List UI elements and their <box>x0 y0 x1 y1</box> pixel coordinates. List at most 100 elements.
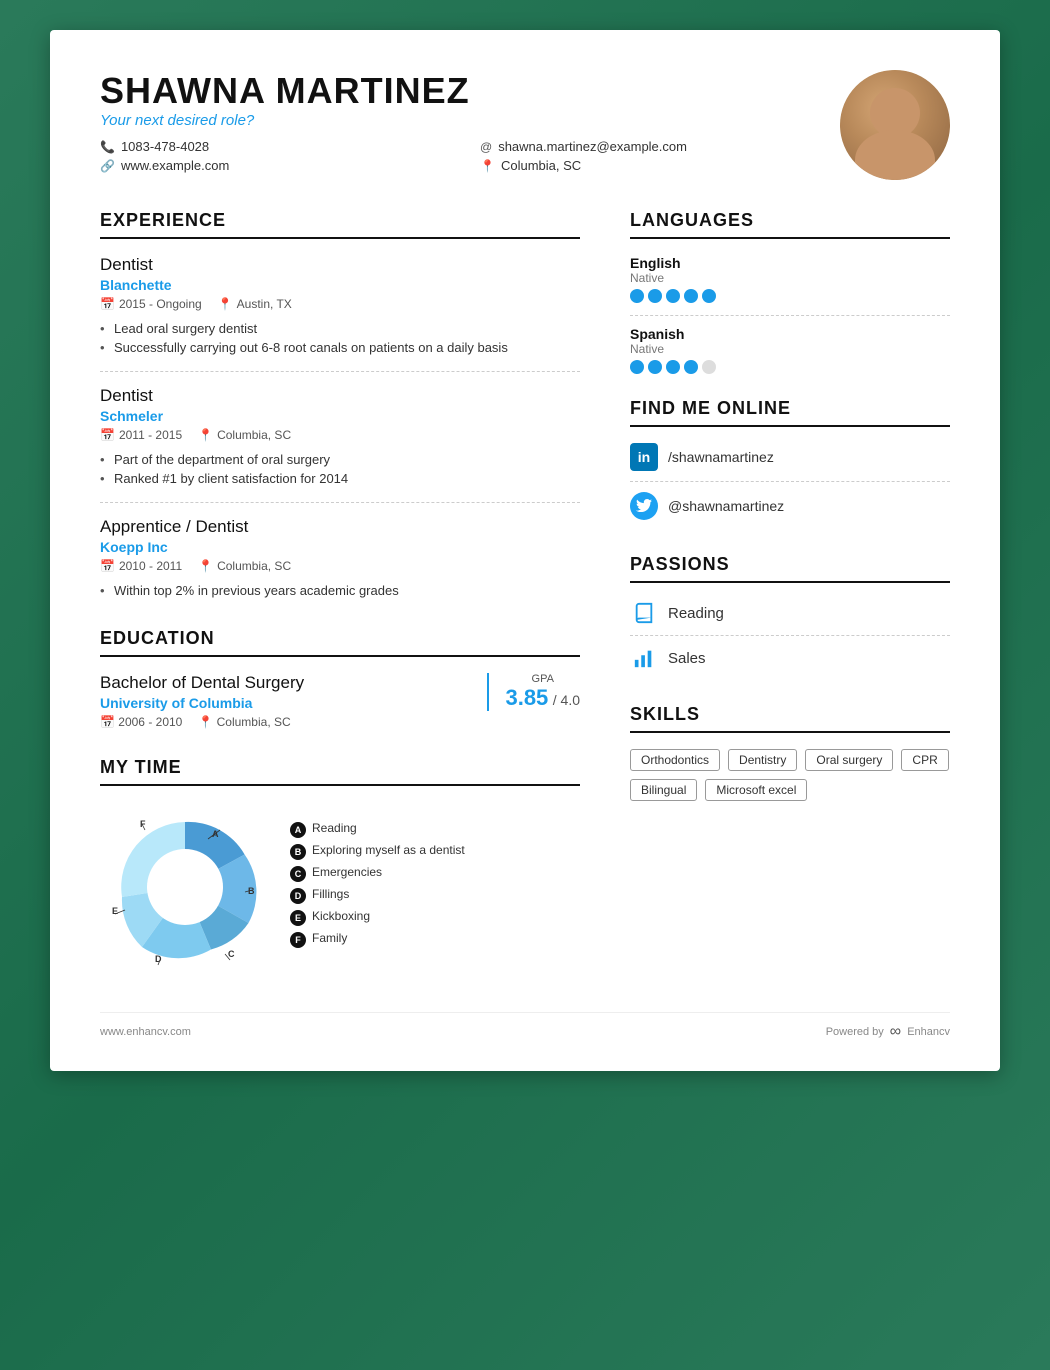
spanish-level: Native <box>630 342 950 356</box>
skills-title: SKILLS <box>630 704 950 733</box>
website-contact: 🔗 www.example.com <box>100 158 460 173</box>
skill-excel: Microsoft excel <box>705 779 807 801</box>
location-contact: 📍 Columbia, SC <box>480 158 840 173</box>
skills-section: SKILLS Orthodontics Dentistry Oral surge… <box>630 704 950 801</box>
dot-es-1 <box>630 360 644 374</box>
online-title: FIND ME ONLINE <box>630 398 950 427</box>
edu-period: 📅 2006 - 2010 <box>100 715 182 729</box>
job-period-2: 📅 2011 - 2015 <box>100 428 182 442</box>
footer-logo: Powered by ∞ Enhancv <box>826 1023 950 1041</box>
dot-en-2 <box>648 289 662 303</box>
label-a: A <box>212 829 219 839</box>
job-item-3: Apprentice / Dentist Koepp Inc 📅 2010 - … <box>100 517 580 600</box>
mytime-title: MY TIME <box>100 757 580 786</box>
passion-reading: Reading <box>630 599 950 636</box>
job-bullets-2: Part of the department of oral surgery R… <box>100 450 580 488</box>
passions-section: PASSIONS Reading Sales <box>630 554 950 680</box>
photo-placeholder <box>840 70 950 180</box>
calendar-icon-edu: 📅 <box>100 715 115 729</box>
job-bullets-1: Lead oral surgery dentist Successfully c… <box>100 319 580 357</box>
twitter-item: @shawnamartinez <box>630 492 950 530</box>
job-divider-2 <box>100 502 580 503</box>
edu-meta: 📅 2006 - 2010 📍 Columbia, SC <box>100 715 487 729</box>
phone-icon: 📞 <box>100 140 115 154</box>
job-location-1: 📍 Austin, TX <box>218 297 292 311</box>
gpa-max: / 4.0 <box>553 692 580 708</box>
mytime-content: A B C D E F <box>100 802 580 972</box>
job-meta-1: 📅 2015 - Ongoing 📍 Austin, TX <box>100 297 580 311</box>
linkedin-icon: in <box>630 443 658 471</box>
header-left: SHAWNA MARTINEZ Your next desired role? … <box>100 70 840 173</box>
english-name: English <box>630 255 950 271</box>
spanish-dots <box>630 360 950 374</box>
job-period-1: 📅 2015 - Ongoing <box>100 297 202 311</box>
edu-location: 📍 Columbia, SC <box>198 715 290 729</box>
email-icon: @ <box>480 140 492 154</box>
book-icon <box>630 599 658 627</box>
job-location-2: 📍 Columbia, SC <box>198 428 291 442</box>
location-icon: 📍 <box>480 159 495 173</box>
job-meta-2: 📅 2011 - 2015 📍 Columbia, SC <box>100 428 580 442</box>
legend-item-e: E Kickboxing <box>290 909 465 926</box>
mytime-legend: A Reading B Exploring myself as a dentis… <box>290 821 465 953</box>
education-section: EDUCATION Bachelor of Dental Surgery Uni… <box>100 628 580 729</box>
dot-en-5 <box>702 289 716 303</box>
lang-divider <box>630 315 950 316</box>
legend-text-f: Family <box>312 931 347 945</box>
pin-icon-edu: 📍 <box>198 715 213 729</box>
job-period-3: 📅 2010 - 2011 <box>100 559 182 573</box>
dot-en-1 <box>630 289 644 303</box>
job-title-3: Apprentice / Dentist <box>100 517 580 537</box>
bullet-2-2: Ranked #1 by client satisfaction for 201… <box>100 469 580 488</box>
bullet-2-1: Part of the department of oral surgery <box>100 450 580 469</box>
job-item-1: Dentist Blanchette 📅 2015 - Ongoing 📍 Au… <box>100 255 580 357</box>
resume-page: SHAWNA MARTINEZ Your next desired role? … <box>50 30 1000 1071</box>
language-english: English Native <box>630 255 950 303</box>
education-left: Bachelor of Dental Surgery University of… <box>100 673 487 729</box>
label-e: E <box>112 906 118 916</box>
legend-letter-e: E <box>290 910 306 926</box>
legend-text-b: Exploring myself as a dentist <box>312 843 465 857</box>
calendar-icon-2: 📅 <box>100 428 115 442</box>
spanish-name: Spanish <box>630 326 950 342</box>
legend-letter-c: C <box>290 866 306 882</box>
company-name-3: Koepp Inc <box>100 539 580 555</box>
pin-icon-3: 📍 <box>198 559 213 573</box>
twitter-handle: @shawnamartinez <box>668 498 784 514</box>
label-d: D <box>155 954 162 964</box>
legend-letter-a: A <box>290 822 306 838</box>
legend-item-c: C Emergencies <box>290 865 465 882</box>
school-name: University of Columbia <box>100 695 487 711</box>
calendar-icon-3: 📅 <box>100 559 115 573</box>
passion-sales-name: Sales <box>668 650 706 667</box>
label-f: F <box>140 819 146 829</box>
skill-dentistry: Dentistry <box>728 749 797 771</box>
brand-symbol: ∞ <box>890 1023 901 1041</box>
job-divider-1 <box>100 371 580 372</box>
legend-item-a: A Reading <box>290 821 465 838</box>
brand-name: Enhancv <box>907 1026 950 1038</box>
legend-text-d: Fillings <box>312 887 349 901</box>
location-text: Columbia, SC <box>501 158 581 173</box>
legend-item-d: D Fillings <box>290 887 465 904</box>
english-dots <box>630 289 950 303</box>
linkedin-handle: /shawnamartinez <box>668 449 774 465</box>
desired-role: Your next desired role? <box>100 112 840 129</box>
dot-es-5 <box>702 360 716 374</box>
main-content: EXPERIENCE Dentist Blanchette 📅 2015 - O… <box>100 210 950 992</box>
website-url: www.example.com <box>121 158 229 173</box>
mytime-section: MY TIME <box>100 757 580 972</box>
education-row: Bachelor of Dental Surgery University of… <box>100 673 580 729</box>
job-title-2: Dentist <box>100 386 580 406</box>
languages-title: LANGUAGES <box>630 210 950 239</box>
education-title: EDUCATION <box>100 628 580 657</box>
header: SHAWNA MARTINEZ Your next desired role? … <box>100 70 950 180</box>
dot-es-3 <box>666 360 680 374</box>
dot-en-4 <box>684 289 698 303</box>
legend-item-b: B Exploring myself as a dentist <box>290 843 465 860</box>
contact-info: 📞 1083-478-4028 @ shawna.martinez@exampl… <box>100 139 840 173</box>
bullet-1-1: Lead oral surgery dentist <box>100 319 580 338</box>
dot-es-2 <box>648 360 662 374</box>
bullet-3-1: Within top 2% in previous years academic… <box>100 581 580 600</box>
job-item-2: Dentist Schmeler 📅 2011 - 2015 📍 Columbi… <box>100 386 580 488</box>
